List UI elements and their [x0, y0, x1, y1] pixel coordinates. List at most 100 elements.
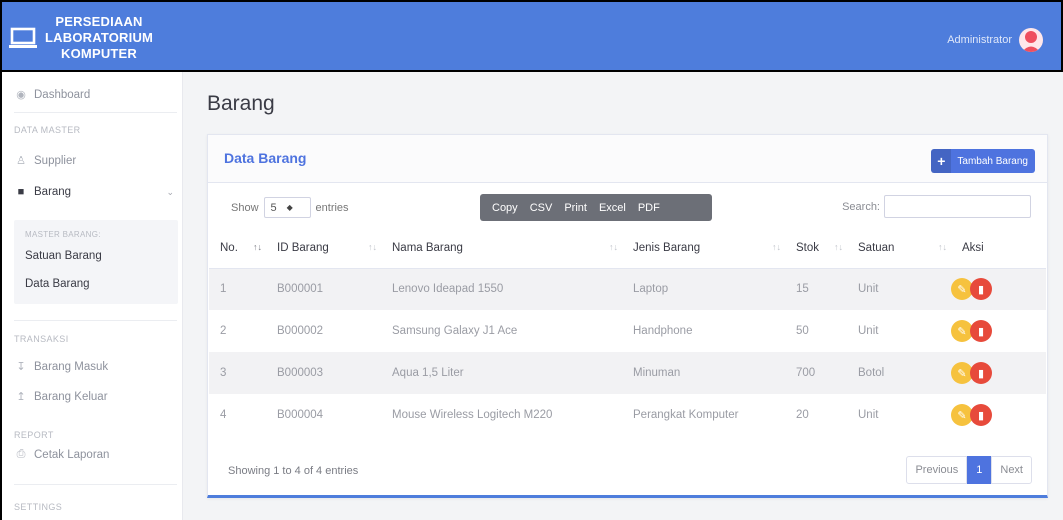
sidebar-item-label: Barang Masuk — [34, 360, 109, 373]
pagination: Previous 1 Next — [906, 456, 1032, 484]
user-name: Administrator — [947, 34, 1012, 46]
submenu-item-data-barang[interactable]: Data Barang — [25, 278, 90, 290]
add-barang-label: Tambah Barang — [957, 155, 1028, 167]
plus-icon: + — [931, 149, 952, 173]
cell-no: 2 — [209, 310, 266, 352]
page-1-button[interactable]: 1 — [967, 456, 992, 484]
sidebar-item-supplier[interactable]: ♙ Supplier — [14, 154, 182, 168]
trash-icon[interactable]: ▮ — [970, 320, 992, 342]
column-header-satuan[interactable]: Satuan ↑↓ — [847, 229, 951, 269]
export-buttons: Copy CSV Print Excel PDF — [480, 194, 712, 221]
search-label: Search: — [842, 200, 880, 213]
card-title: Data Barang — [224, 150, 307, 166]
column-header-label: Jenis Barang — [633, 242, 701, 255]
section-heading-settings: SETTINGS — [14, 502, 63, 512]
user-avatar-icon — [1022, 31, 1040, 52]
brand-title: PERSEDIAAN LABORATORIUM KOMPUTER — [45, 14, 153, 62]
select-arrows-icon: ◆ — [286, 203, 293, 212]
print-icon: ⎙ — [16, 448, 26, 460]
cell-id: B000004 — [266, 394, 381, 436]
section-heading-report: REPORT — [14, 430, 54, 440]
submenu-item-satuan-barang[interactable]: Satuan Barang — [25, 250, 102, 262]
cell-jenis: Laptop — [622, 268, 785, 310]
table-info: Showing 1 to 4 of 4 entries — [228, 465, 359, 477]
cell-jenis: Handphone — [622, 310, 785, 352]
upload-icon: ↥ — [16, 391, 26, 403]
cell-nama: Lenovo Ideapad 1550 — [381, 268, 622, 310]
brand-line: PERSEDIAAN — [55, 14, 143, 29]
pdf-button[interactable]: PDF — [638, 202, 660, 214]
trash-icon[interactable]: ▮ — [970, 362, 992, 384]
topbar: PERSEDIAAN LABORATORIUM KOMPUTER Adminis… — [0, 0, 1063, 72]
table-row: 1 B000001 Lenovo Ideapad 1550 Laptop 15 … — [209, 268, 1046, 310]
cell-no: 3 — [209, 352, 266, 394]
user-menu[interactable]: Administrator — [947, 28, 1043, 52]
sidebar-item-label: Barang Keluar — [34, 390, 108, 403]
cell-satuan: Unit — [847, 310, 951, 352]
cell-aksi: ✎ ▮ — [951, 394, 1046, 436]
entries-length: Show 5 ◆ entries — [231, 197, 349, 218]
table-row: 3 B000003 Aqua 1,5 Liter Minuman 700 Bot… — [209, 352, 1046, 394]
avatar[interactable] — [1019, 28, 1043, 52]
sort-icon: ↑↓ — [772, 242, 781, 252]
print-button[interactable]: Print — [564, 202, 587, 214]
cell-jenis: Perangkat Komputer — [622, 394, 785, 436]
cell-jenis: Minuman — [622, 352, 785, 394]
column-header-nama[interactable]: Nama Barang ↑↓ — [381, 229, 622, 269]
column-header-label: Stok — [796, 242, 820, 255]
show-label: Show — [231, 201, 259, 214]
add-barang-button[interactable]: + Tambah Barang — [931, 149, 1035, 173]
column-header-id[interactable]: ID Barang ↑↓ — [266, 229, 381, 269]
column-header-stok[interactable]: Stok ↑↓ — [785, 229, 847, 269]
brand-line: KOMPUTER — [61, 46, 138, 61]
search-input[interactable] — [884, 195, 1031, 218]
sidebar-item-cetak-laporan[interactable]: ⎙ Cetak Laporan — [14, 448, 182, 461]
sidebar-item-barang[interactable]: ■ Barang ⌄ — [14, 186, 182, 198]
sort-icon: ↑↓ — [368, 242, 377, 252]
submenu-heading: MASTER BARANG: — [25, 230, 101, 239]
sidebar-item-dashboard[interactable]: ◉ Dashboard — [14, 88, 182, 102]
search: Search: — [842, 195, 1031, 218]
sort-icon: ↑↓ — [938, 242, 947, 252]
entries-value: 5 — [270, 201, 277, 214]
cell-nama: Mouse Wireless Logitech M220 — [381, 394, 622, 436]
cell-stok: 50 — [785, 310, 847, 352]
chevron-down-icon: ⌄ — [166, 186, 174, 197]
cell-nama: Aqua 1,5 Liter — [381, 352, 622, 394]
column-header-no[interactable]: No. ↑↓ — [209, 229, 266, 269]
sidebar-item-barang-masuk[interactable]: ↧ Barang Masuk — [14, 360, 182, 374]
brand[interactable]: PERSEDIAAN LABORATORIUM KOMPUTER — [8, 6, 153, 70]
cell-id: B000002 — [266, 310, 381, 352]
cell-stok: 15 — [785, 268, 847, 310]
divider — [14, 112, 177, 113]
cell-no: 4 — [209, 394, 266, 436]
table-header-row: No. ↑↓ ID Barang ↑↓ Nama Barang ↑↓ Jenis Ba… — [209, 229, 1046, 269]
column-header-jenis[interactable]: Jenis Barang ↑↓ — [622, 229, 785, 269]
column-header-label: Satuan — [858, 242, 895, 255]
column-header-aksi: Aksi — [951, 229, 1046, 269]
column-header-label: Aksi — [962, 242, 984, 255]
csv-button[interactable]: CSV — [530, 202, 553, 214]
sidebar-item-barang-keluar[interactable]: ↥ Barang Keluar — [14, 390, 182, 404]
sidebar-item-label: Dashboard — [34, 88, 91, 101]
copy-button[interactable]: Copy — [492, 202, 518, 214]
next-page-button[interactable]: Next — [991, 456, 1032, 484]
cell-aksi: ✎ ▮ — [951, 268, 1046, 310]
excel-button[interactable]: Excel — [599, 202, 626, 214]
divider — [14, 320, 177, 321]
sidebar-item-label: Cetak Laporan — [34, 448, 110, 461]
trash-icon[interactable]: ▮ — [970, 404, 992, 426]
table-row: 4 B000004 Mouse Wireless Logitech M220 P… — [209, 394, 1046, 436]
previous-page-button[interactable]: Previous — [906, 456, 968, 484]
cell-stok: 700 — [785, 352, 847, 394]
cell-satuan: Botol — [847, 352, 951, 394]
trash-icon[interactable]: ▮ — [970, 278, 992, 301]
data-table: No. ↑↓ ID Barang ↑↓ Nama Barang ↑↓ Jenis Ba… — [209, 229, 1046, 436]
entries-select[interactable]: 5 ◆ — [263, 197, 311, 218]
sort-icon: ↑↓ — [834, 242, 843, 252]
dashboard-icon: ◉ — [16, 89, 26, 101]
card-header: Data Barang + Tambah Barang — [208, 135, 1047, 183]
sidebar-item-label: Supplier — [34, 154, 77, 167]
cell-aksi: ✎ ▮ — [951, 310, 1046, 352]
sidebar-item-label: Barang — [34, 186, 72, 198]
